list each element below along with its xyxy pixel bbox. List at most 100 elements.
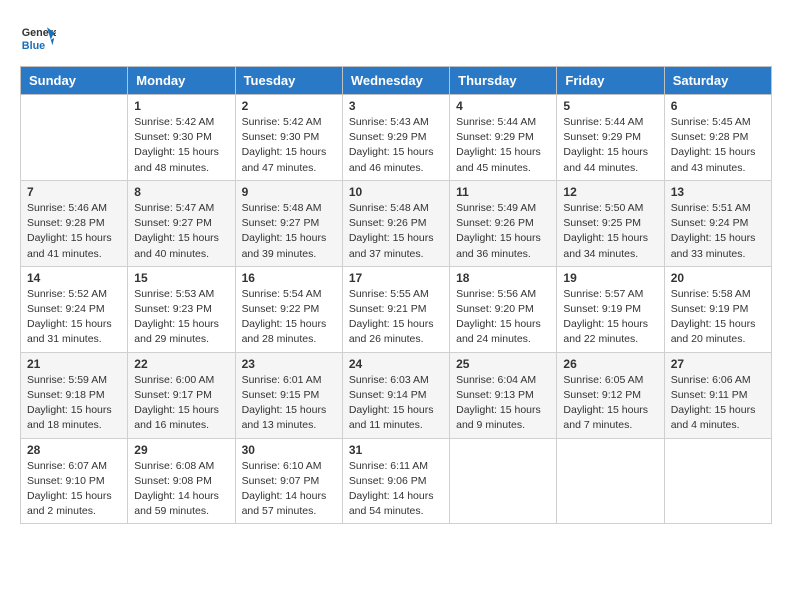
calendar-cell: 25 Sunrise: 6:04 AM Sunset: 9:13 PM Dayli… [450, 352, 557, 438]
calendar-cell: 1 Sunrise: 5:42 AM Sunset: 9:30 PM Daylig… [128, 95, 235, 181]
calendar-cell: 11 Sunrise: 5:49 AM Sunset: 9:26 PM Dayli… [450, 180, 557, 266]
cell-info: Sunrise: 6:03 AM Sunset: 9:14 PM Dayligh… [349, 373, 443, 434]
date-number: 3 [349, 99, 443, 113]
calendar-cell [664, 438, 771, 524]
calendar-cell: 21Sunrise: 5:59 AM Sunset: 9:18 PM Dayli… [21, 352, 128, 438]
calendar-cell: 19Sunrise: 5:57 AM Sunset: 9:19 PM Dayli… [557, 266, 664, 352]
calendar-cell: 26Sunrise: 6:05 AM Sunset: 9:12 PM Dayli… [557, 352, 664, 438]
day-header-sunday: Sunday [21, 67, 128, 95]
calendar-cell [450, 438, 557, 524]
date-number: 7 [27, 185, 121, 199]
calendar-cell: 31Sunrise: 6:11 AM Sunset: 9:06 PM Dayli… [342, 438, 449, 524]
date-number: 15 [134, 271, 228, 285]
cell-info: Sunrise: 6:05 AM Sunset: 9:12 PM Dayligh… [563, 373, 657, 434]
calendar-cell: 14 Sunrise: 5:52 AM Sunset: 9:24 PM Dayli… [21, 266, 128, 352]
day-header-saturday: Saturday [664, 67, 771, 95]
calendar-cell: 5 Sunrise: 5:44 AM Sunset: 9:29 PM Daylig… [557, 95, 664, 181]
calendar-cell: 20 Sunrise: 5:58 AM Sunset: 9:19 PM Dayli… [664, 266, 771, 352]
calendar-cell: 15 Sunrise: 5:53 AM Sunset: 9:23 PM Dayli… [128, 266, 235, 352]
cell-info: Sunrise: 5:42 AM Sunset: 9:30 PM Dayligh… [134, 115, 228, 176]
date-number: 22 [134, 357, 228, 371]
cell-info: Sunrise: 6:00 AM Sunset: 9:17 PM Dayligh… [134, 373, 228, 434]
cell-info: Sunrise: 5:51 AM Sunset: 9:24 PM Dayligh… [671, 201, 765, 262]
calendar-cell: 10 Sunrise: 5:48 AM Sunset: 9:26 PM Dayli… [342, 180, 449, 266]
date-number: 10 [349, 185, 443, 199]
cell-info: Sunrise: 5:44 AM Sunset: 9:29 PM Dayligh… [563, 115, 657, 176]
cell-info: Sunrise: 6:11 AM Sunset: 9:06 PM Dayligh… [349, 459, 443, 520]
cell-info: Sunrise: 5:52 AM Sunset: 9:24 PM Dayligh… [27, 287, 121, 348]
cell-info: Sunrise: 6:04 AM Sunset: 9:13 PM Dayligh… [456, 373, 550, 434]
calendar-cell: 30 Sunrise: 6:10 AM Sunset: 9:07 PM Dayli… [235, 438, 342, 524]
calendar-cell [557, 438, 664, 524]
cell-info: Sunrise: 5:42 AM Sunset: 9:30 PM Dayligh… [242, 115, 336, 176]
date-number: 27 [671, 357, 765, 371]
calendar-cell: 24 Sunrise: 6:03 AM Sunset: 9:14 PM Dayli… [342, 352, 449, 438]
cell-info: Sunrise: 5:43 AM Sunset: 9:29 PM Dayligh… [349, 115, 443, 176]
cell-info: Sunrise: 5:55 AM Sunset: 9:21 PM Dayligh… [349, 287, 443, 348]
day-header-friday: Friday [557, 67, 664, 95]
cell-info: Sunrise: 6:07 AM Sunset: 9:10 PM Dayligh… [27, 459, 121, 520]
cell-info: Sunrise: 5:54 AM Sunset: 9:22 PM Dayligh… [242, 287, 336, 348]
header: General Blue [20, 20, 772, 56]
week-row-3: 14 Sunrise: 5:52 AM Sunset: 9:24 PM Dayli… [21, 266, 772, 352]
calendar-cell: 9Sunrise: 5:48 AM Sunset: 9:27 PM Daylig… [235, 180, 342, 266]
week-row-5: 28 Sunrise: 6:07 AM Sunset: 9:10 PM Dayli… [21, 438, 772, 524]
date-number: 30 [242, 443, 336, 457]
calendar-cell: 17Sunrise: 5:55 AM Sunset: 9:21 PM Dayli… [342, 266, 449, 352]
date-number: 20 [671, 271, 765, 285]
cell-info: Sunrise: 6:08 AM Sunset: 9:08 PM Dayligh… [134, 459, 228, 520]
date-number: 14 [27, 271, 121, 285]
svg-text:Blue: Blue [22, 40, 45, 52]
calendar-cell: 28 Sunrise: 6:07 AM Sunset: 9:10 PM Dayli… [21, 438, 128, 524]
day-header-monday: Monday [128, 67, 235, 95]
calendar-cell: 8Sunrise: 5:47 AM Sunset: 9:27 PM Daylig… [128, 180, 235, 266]
date-number: 24 [349, 357, 443, 371]
calendar-cell: 3 Sunrise: 5:43 AM Sunset: 9:29 PM Daylig… [342, 95, 449, 181]
cell-info: Sunrise: 5:59 AM Sunset: 9:18 PM Dayligh… [27, 373, 121, 434]
date-number: 2 [242, 99, 336, 113]
calendar-cell: 16 Sunrise: 5:54 AM Sunset: 9:22 PM Dayli… [235, 266, 342, 352]
date-number: 28 [27, 443, 121, 457]
date-number: 9 [242, 185, 336, 199]
date-number: 23 [242, 357, 336, 371]
cell-info: Sunrise: 5:49 AM Sunset: 9:26 PM Dayligh… [456, 201, 550, 262]
date-number: 25 [456, 357, 550, 371]
calendar-cell: 18 Sunrise: 5:56 AM Sunset: 9:20 PM Dayli… [450, 266, 557, 352]
calendar-cell: 23 Sunrise: 6:01 AM Sunset: 9:15 PM Dayli… [235, 352, 342, 438]
day-header-wednesday: Wednesday [342, 67, 449, 95]
date-number: 5 [563, 99, 657, 113]
calendar-body: 1 Sunrise: 5:42 AM Sunset: 9:30 PM Daylig… [21, 95, 772, 524]
cell-info: Sunrise: 6:10 AM Sunset: 9:07 PM Dayligh… [242, 459, 336, 520]
cell-info: Sunrise: 5:44 AM Sunset: 9:29 PM Dayligh… [456, 115, 550, 176]
week-row-2: 7 Sunrise: 5:46 AM Sunset: 9:28 PM Daylig… [21, 180, 772, 266]
calendar-cell: 12 Sunrise: 5:50 AM Sunset: 9:25 PM Dayli… [557, 180, 664, 266]
date-number: 19 [563, 271, 657, 285]
date-number: 11 [456, 185, 550, 199]
calendar-cell: 7 Sunrise: 5:46 AM Sunset: 9:28 PM Daylig… [21, 180, 128, 266]
date-number: 13 [671, 185, 765, 199]
cell-info: Sunrise: 5:46 AM Sunset: 9:28 PM Dayligh… [27, 201, 121, 262]
date-number: 1 [134, 99, 228, 113]
calendar-table: SundayMondayTuesdayWednesdayThursdayFrid… [20, 66, 772, 524]
cell-info: Sunrise: 5:45 AM Sunset: 9:28 PM Dayligh… [671, 115, 765, 176]
cell-info: Sunrise: 5:50 AM Sunset: 9:25 PM Dayligh… [563, 201, 657, 262]
cell-info: Sunrise: 5:56 AM Sunset: 9:20 PM Dayligh… [456, 287, 550, 348]
page: General Blue SundayMondayTuesdayWednesda… [0, 0, 792, 534]
cell-info: Sunrise: 5:48 AM Sunset: 9:26 PM Dayligh… [349, 201, 443, 262]
cell-info: Sunrise: 6:01 AM Sunset: 9:15 PM Dayligh… [242, 373, 336, 434]
week-row-1: 1 Sunrise: 5:42 AM Sunset: 9:30 PM Daylig… [21, 95, 772, 181]
date-number: 6 [671, 99, 765, 113]
week-row-4: 21Sunrise: 5:59 AM Sunset: 9:18 PM Dayli… [21, 352, 772, 438]
calendar-cell: 4 Sunrise: 5:44 AM Sunset: 9:29 PM Daylig… [450, 95, 557, 181]
date-number: 16 [242, 271, 336, 285]
cell-info: Sunrise: 5:53 AM Sunset: 9:23 PM Dayligh… [134, 287, 228, 348]
calendar-cell: 29Sunrise: 6:08 AM Sunset: 9:08 PM Dayli… [128, 438, 235, 524]
date-number: 4 [456, 99, 550, 113]
calendar-cell: 27Sunrise: 6:06 AM Sunset: 9:11 PM Dayli… [664, 352, 771, 438]
calendar-cell [21, 95, 128, 181]
date-number: 18 [456, 271, 550, 285]
date-number: 8 [134, 185, 228, 199]
logo: General Blue [20, 20, 56, 56]
cell-info: Sunrise: 5:58 AM Sunset: 9:19 PM Dayligh… [671, 287, 765, 348]
date-number: 12 [563, 185, 657, 199]
